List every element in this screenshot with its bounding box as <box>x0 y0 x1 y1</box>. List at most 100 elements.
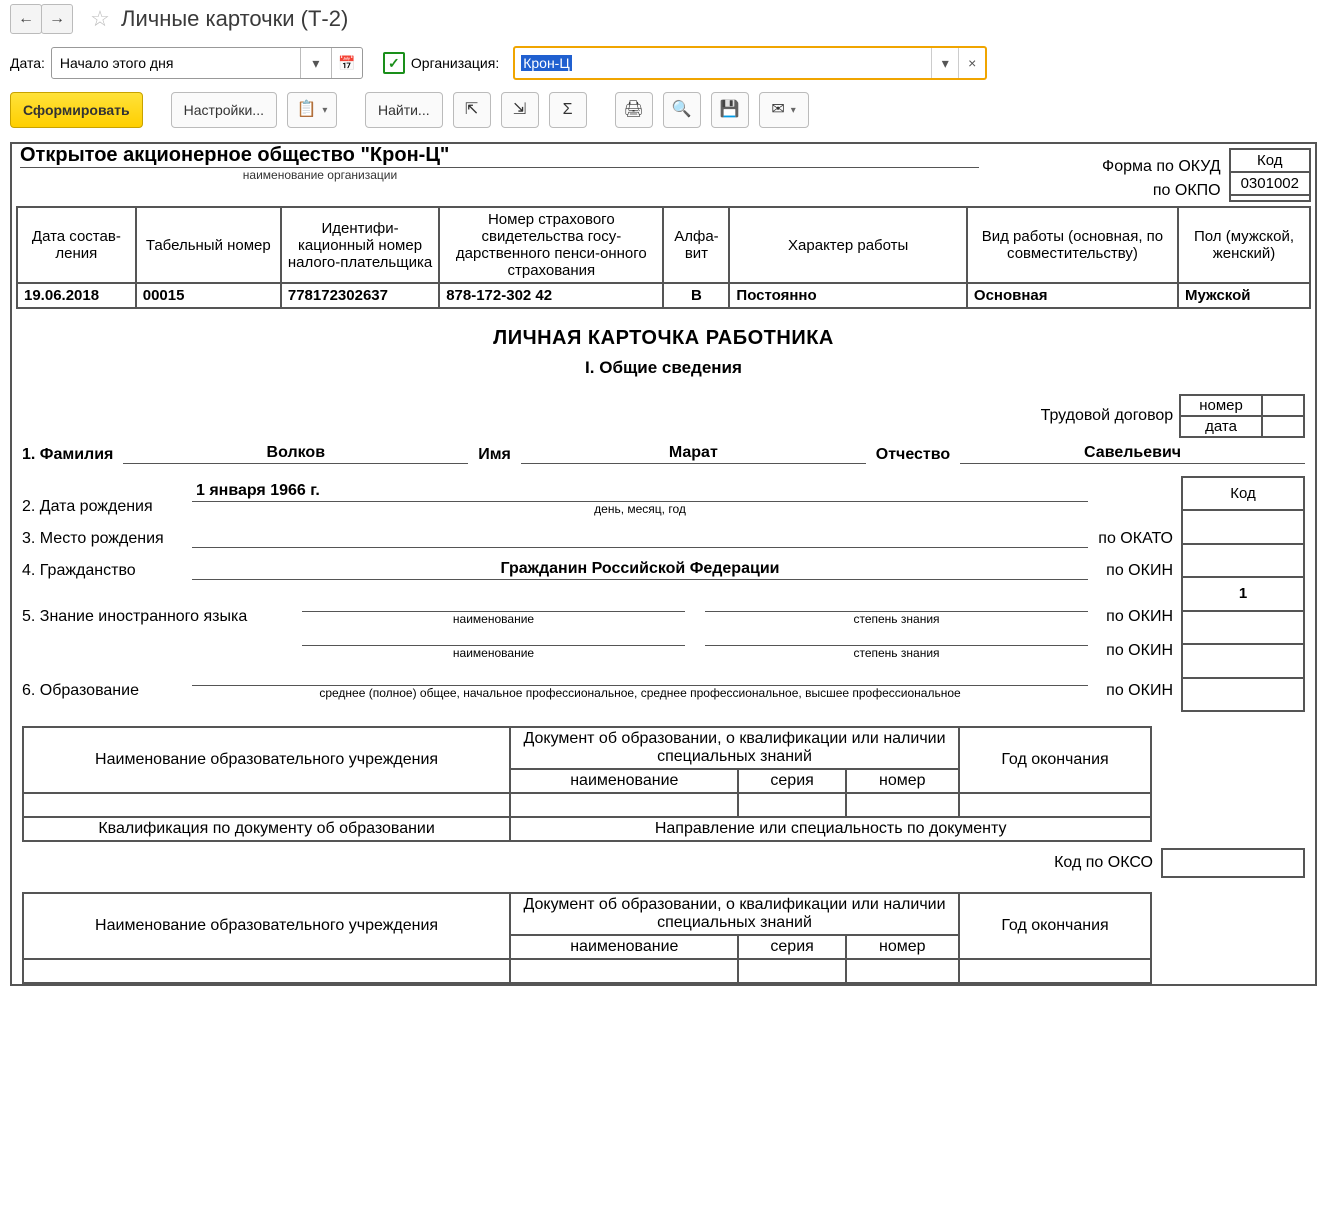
sum-button[interactable]: Σ <box>549 92 587 128</box>
code-column-header: Код <box>1182 477 1304 510</box>
citizenship-value: Гражданин Российской Федерации <box>192 560 1088 580</box>
date-label: Дата: <box>10 55 45 71</box>
lang2-name <box>302 626 685 646</box>
org-value: Крон-Ц <box>515 55 931 71</box>
okso-value <box>1161 848 1305 878</box>
page-title: Личные карточки (Т-2) <box>121 6 348 32</box>
chevron-down-icon: ▾ <box>322 105 327 116</box>
org-checkbox[interactable] <box>383 52 405 74</box>
nav-forward-button[interactable]: → <box>41 4 73 34</box>
code-header: Код <box>1230 149 1310 172</box>
birth-value: 1 января 1966 г. <box>192 482 1088 502</box>
edu-year-header: Год окончания <box>959 727 1151 793</box>
clipboard-icon: 📋 <box>297 102 317 118</box>
birth-code <box>1182 510 1304 543</box>
org-select[interactable]: Крон-Ц ▾ × <box>513 46 987 80</box>
calendar-icon: 📅 <box>338 55 355 72</box>
birth-label: 2. Дата рождения <box>22 498 192 516</box>
col-date: Дата состав-ления <box>17 207 136 283</box>
col-alpha: Алфа-вит <box>663 207 729 283</box>
language-label: 5. Знание иностранного языка <box>22 608 302 626</box>
chevron-down-icon: ▾ <box>791 105 796 116</box>
code-column: Код 1 <box>1181 476 1305 712</box>
contract-number <box>1262 395 1304 416</box>
org-caption: наименование организации <box>20 168 620 182</box>
print-icon: 🖨 <box>623 102 643 118</box>
col-sex: Пол (мужской, женский) <box>1178 207 1310 283</box>
lang1-level <box>705 592 1088 612</box>
val-char: Постоянно <box>729 283 966 308</box>
val-worktype: Основная <box>967 283 1178 308</box>
save-button[interactable]: 💾 <box>711 92 749 128</box>
generate-button[interactable]: Сформировать <box>10 92 143 128</box>
lang1-name <box>302 592 685 612</box>
okpo-label: по ОКПО <box>1153 182 1221 200</box>
col-inn: Идентифи-кационный номер налого-плательщ… <box>281 207 439 283</box>
expand-icon: ⇲ <box>513 102 526 118</box>
sigma-icon: Σ <box>563 102 573 118</box>
date-dropdown[interactable]: ▾ <box>300 48 331 78</box>
patronymic-value: Савельевич <box>960 444 1305 464</box>
close-icon: × <box>968 55 976 71</box>
contract-label: Трудовой договор <box>1041 407 1174 425</box>
education-table-2: Наименование образовательного учреждения… <box>22 892 1305 984</box>
org-clear-button[interactable]: × <box>958 48 985 78</box>
birth-caption: день, месяц, год <box>192 502 1088 516</box>
education-code <box>1182 678 1304 711</box>
save-icon: 💾 <box>720 102 740 118</box>
preview-icon: 🔍 <box>672 102 692 118</box>
org-dropdown[interactable]: ▾ <box>931 48 958 78</box>
mail-icon: ✉ <box>771 102 784 118</box>
expand-groups-button[interactable]: ⇱ <box>453 92 491 128</box>
okud-label: Форма по ОКУД <box>1102 158 1221 176</box>
org-label: Организация: <box>411 55 499 71</box>
variants-button[interactable]: 📋▾ <box>287 92 337 128</box>
org-name: Открытое акционерное общество "Крон-Ц" <box>20 144 979 168</box>
section-title: I. Общие сведения <box>16 358 1311 378</box>
arrow-right-icon: → <box>49 10 65 28</box>
val-tabnum: 00015 <box>136 283 281 308</box>
edu-series-header: серия <box>738 769 845 793</box>
education-label: 6. Образование <box>22 682 192 700</box>
val-alpha: В <box>663 283 729 308</box>
lang1-code <box>1182 611 1304 644</box>
mail-button[interactable]: ✉▾ <box>759 92 809 128</box>
okud-value: 0301002 <box>1230 172 1310 195</box>
name-value: Марат <box>521 444 866 464</box>
contract-table: номер дата <box>1179 394 1305 438</box>
place-label: 3. Место рождения <box>22 530 192 548</box>
date-calendar-button[interactable]: 📅 <box>331 48 362 78</box>
edu-doc-header: Документ об образовании, о квалификации … <box>510 727 959 769</box>
settings-button[interactable]: Настройки... <box>171 92 277 128</box>
contract-date-label: дата <box>1180 416 1262 437</box>
contract-number-label: номер <box>1180 395 1262 416</box>
education-table-1: Наименование образовательного учреждения… <box>22 726 1305 842</box>
val-inn: 778172302637 <box>281 283 439 308</box>
val-snils: 878-172-302 42 <box>439 283 663 308</box>
lang2-code <box>1182 644 1304 677</box>
collapse-groups-button[interactable]: ⇲ <box>501 92 539 128</box>
code-table: Код 0301002 <box>1229 148 1311 202</box>
patronymic-label: Отчество <box>876 446 950 463</box>
chevron-down-icon: ▾ <box>942 55 949 72</box>
okato-label: по ОКАТО <box>1088 530 1173 548</box>
print-button[interactable]: 🖨 <box>615 92 653 128</box>
star-icon: ☆ <box>90 6 110 32</box>
col-worktype: Вид работы (основная, по совместительств… <box>967 207 1178 283</box>
favorite-button[interactable]: ☆ <box>87 6 113 32</box>
edu-docname-header: наименование <box>510 769 738 793</box>
col-char: Характер работы <box>729 207 966 283</box>
okpo-value <box>1230 195 1310 201</box>
chevron-down-icon: ▾ <box>312 55 319 72</box>
find-button[interactable]: Найти... <box>365 92 443 128</box>
surname-label: Фамилия <box>40 446 114 463</box>
date-value: Начало этого дня <box>52 55 300 71</box>
document-area: Форма по ОКУД по ОКПО Код 0301002 Открыт… <box>10 142 1317 986</box>
contract-date <box>1262 416 1304 437</box>
nav-back-button[interactable]: ← <box>10 4 42 34</box>
surname-value: Волков <box>123 444 468 464</box>
arrow-left-icon: ← <box>18 10 34 28</box>
date-input[interactable]: Начало этого дня ▾ 📅 <box>51 47 363 79</box>
preview-button[interactable]: 🔍 <box>663 92 701 128</box>
citizenship-label: 4. Гражданство <box>22 562 192 580</box>
